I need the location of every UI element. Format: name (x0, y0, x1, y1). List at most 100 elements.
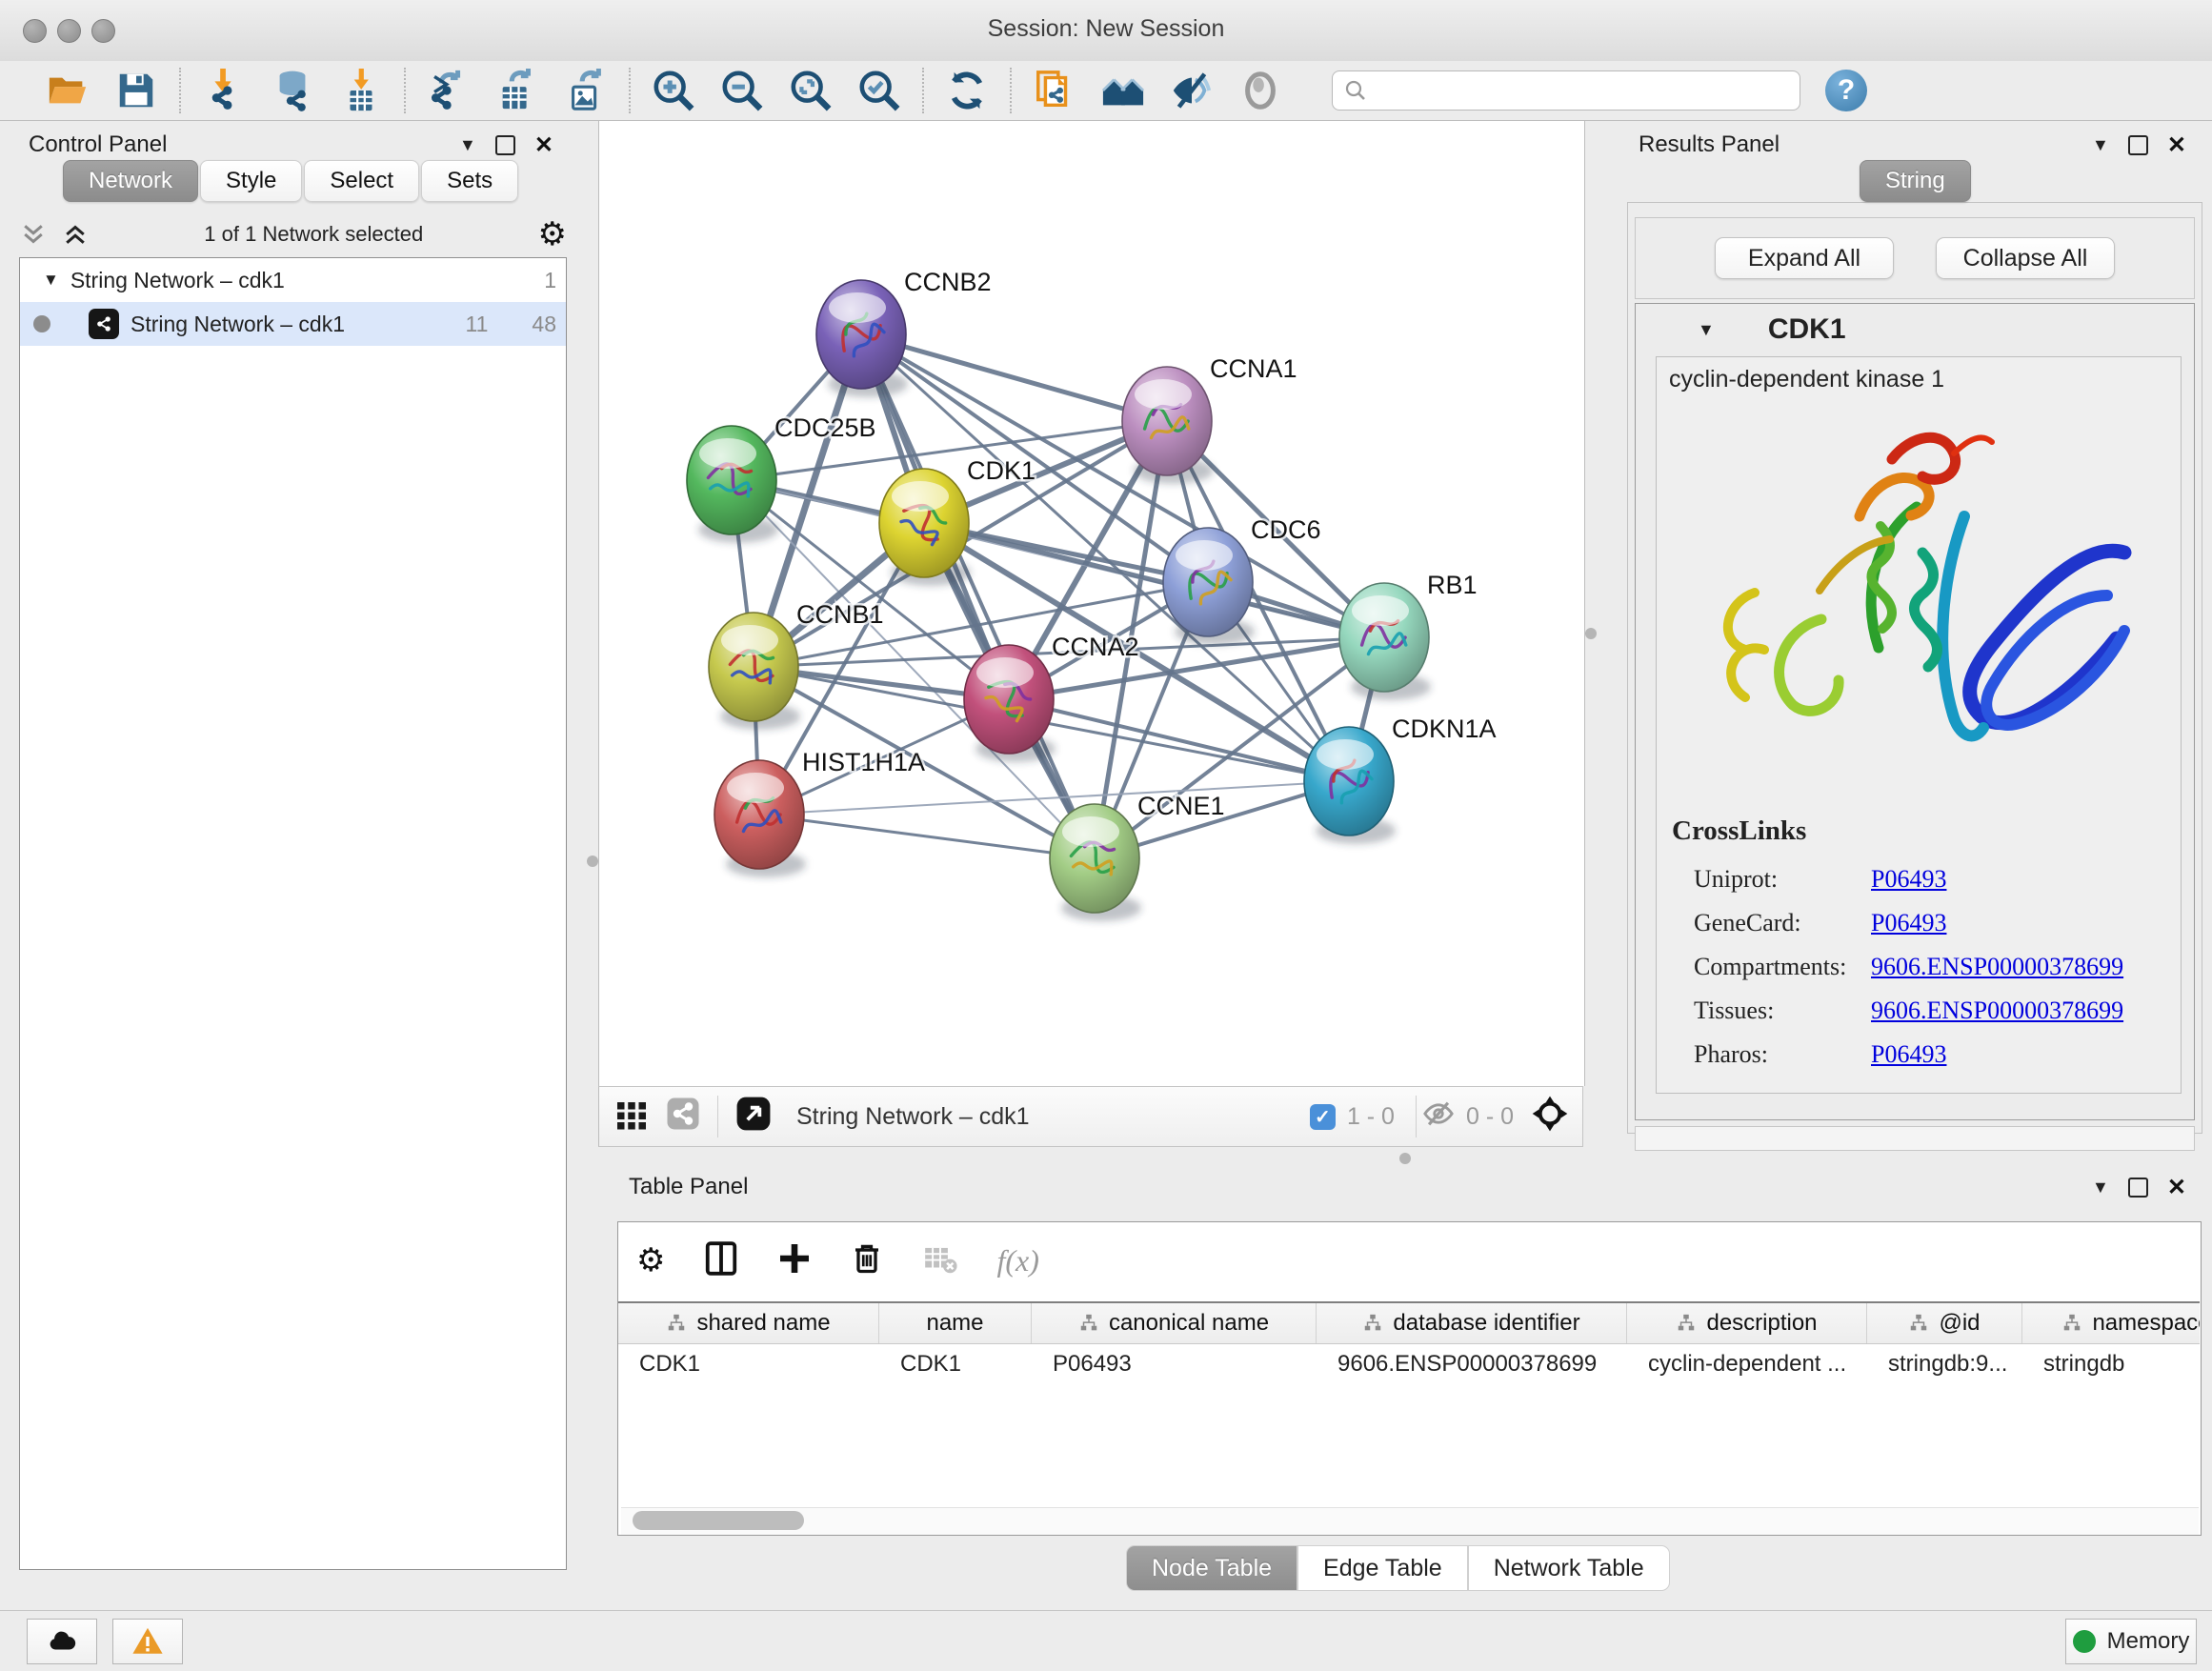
column-header-database-identifier[interactable]: database identifier (1317, 1303, 1627, 1343)
warnings-button[interactable] (112, 1619, 183, 1664)
panel-maximize-icon[interactable] (495, 135, 515, 155)
tab-network[interactable]: Network (63, 160, 198, 202)
crosslink-link[interactable]: 9606.ENSP00000378699 (1871, 997, 2123, 1025)
collapse-all-button[interactable]: Collapse All (1936, 237, 2115, 279)
panel-maximize-icon[interactable] (2128, 135, 2148, 155)
zoom-out-icon[interactable] (720, 69, 764, 112)
panel-maximize-icon[interactable] (2128, 1178, 2148, 1198)
table-cell[interactable]: CDK1 (879, 1344, 1032, 1384)
results-scrollbar-track[interactable] (1635, 1126, 2195, 1151)
expand-all-button[interactable]: Expand All (1715, 237, 1894, 279)
crosslink-row: GeneCard:P06493 (1694, 901, 2170, 945)
search-input[interactable] (1375, 77, 1788, 104)
network-options-gear-icon[interactable]: ⚙ (538, 218, 567, 251)
panel-close-icon[interactable]: ✕ (2167, 131, 2186, 159)
create-column-icon[interactable] (777, 1241, 812, 1280)
network-node-CCNB1[interactable]: CCNB1 (709, 600, 884, 730)
import-table-icon[interactable] (339, 69, 383, 112)
column-header-@id[interactable]: @id (1867, 1303, 2022, 1343)
birdseye-grid-icon[interactable] (614, 1097, 649, 1137)
crosslink-link[interactable]: P06493 (1871, 909, 1946, 937)
table-cell[interactable]: P06493 (1032, 1344, 1317, 1384)
network-node-CDC6[interactable]: CDC6 (1163, 515, 1321, 645)
table-cell[interactable]: cyclin-dependent ... (1627, 1344, 1867, 1384)
collapse-all-icon[interactable] (19, 220, 48, 249)
panel-float-icon[interactable]: ▼ (2092, 1178, 2109, 1198)
table-cell[interactable]: stringdb:9... (1867, 1344, 2022, 1384)
refresh-icon[interactable] (945, 69, 989, 112)
network-row[interactable]: String Network – cdk1 11 48 (20, 302, 566, 346)
export-network-icon[interactable] (427, 69, 471, 112)
panel-float-icon[interactable]: ▼ (459, 135, 476, 155)
table-hscrollbar-track[interactable] (621, 1507, 2199, 1535)
expand-all-icon[interactable] (61, 220, 90, 249)
tab-edge-table[interactable]: Edge Table (1297, 1545, 1468, 1591)
delete-column-trash-icon[interactable] (850, 1241, 884, 1280)
import-network-icon[interactable] (202, 69, 246, 112)
node-label-HIST1H1A: HIST1H1A (802, 748, 925, 776)
crosslink-row: Pharos:P06493 (1694, 1033, 2170, 1077)
tab-node-table[interactable]: Node Table (1126, 1545, 1297, 1591)
tab-style[interactable]: Style (200, 160, 302, 202)
open-session-icon[interactable] (46, 69, 90, 112)
network-view-canvas[interactable]: CCNB2CCNA1CDC25BCDK1CDC6RB1CCNB1CCNA2CDK… (598, 121, 1585, 1086)
help-button[interactable]: ? (1825, 70, 1867, 111)
collection-expand-icon[interactable]: ▼ (43, 271, 59, 290)
tab-sets[interactable]: Sets (421, 160, 518, 202)
table-cell[interactable]: CDK1 (618, 1344, 879, 1384)
horizontal-splitter-handle[interactable] (1399, 1153, 1411, 1164)
tab-select[interactable]: Select (304, 160, 419, 202)
table-options-gear-icon[interactable]: ⚙ (636, 1244, 665, 1277)
network-node-CCNB2[interactable]: CCNB2 (816, 268, 992, 397)
tab-string[interactable]: String (1860, 160, 1971, 202)
crosslink-link[interactable]: P06493 (1871, 1040, 1946, 1069)
import-network-from-database-icon[interactable] (271, 69, 314, 112)
panel-close-icon[interactable]: ✕ (2167, 1174, 2186, 1201)
home-icon[interactable] (1101, 69, 1145, 112)
panel-float-icon[interactable]: ▼ (2092, 135, 2109, 155)
hide-results-eye-icon[interactable] (1170, 69, 1214, 112)
table-cell[interactable]: stringdb (2022, 1344, 2200, 1384)
show-eye-icon[interactable] (1238, 69, 1282, 112)
toolbar-search[interactable] (1332, 70, 1800, 111)
network-node-CDK1[interactable]: CDK1 (879, 456, 1036, 586)
network-node-CDC25B[interactable]: CDC25B (687, 413, 876, 543)
cloud-button[interactable] (27, 1619, 97, 1664)
panel-close-icon[interactable]: ✕ (534, 131, 553, 159)
network-node-HIST1H1A[interactable]: HIST1H1A (714, 748, 925, 877)
column-header-description[interactable]: description (1627, 1303, 1867, 1343)
tab-network-table[interactable]: Network Table (1468, 1545, 1670, 1591)
column-header-canonical-name[interactable]: canonical name (1032, 1303, 1317, 1343)
save-session-icon[interactable] (114, 69, 158, 112)
table-row[interactable]: CDK1CDK1P064939606.ENSP00000378699cyclin… (618, 1344, 2200, 1384)
network-collection-row[interactable]: ▼ String Network – cdk1 1 (20, 258, 566, 302)
string-app-icon[interactable] (1033, 69, 1076, 112)
zoom-fit-icon[interactable] (789, 69, 833, 112)
network-node-CDKN1A[interactable]: CDKN1A (1304, 715, 1497, 844)
vertical-splitter-handle[interactable] (587, 856, 598, 867)
open-in-window-icon[interactable] (735, 1096, 772, 1138)
hierarchy-icon (1362, 1313, 1383, 1334)
network-node-CCNE1[interactable]: CCNE1 (1050, 792, 1225, 921)
table-hscrollbar-thumb[interactable] (633, 1511, 804, 1530)
export-image-icon[interactable] (564, 69, 608, 112)
network-node-RB1[interactable]: RB1 (1339, 571, 1478, 700)
column-header-name[interactable]: name (879, 1303, 1032, 1343)
fit-content-target-icon[interactable] (1531, 1095, 1569, 1139)
show-columns-icon[interactable] (703, 1240, 739, 1281)
section-collapse-icon[interactable]: ▼ (1698, 320, 1715, 340)
memory-button[interactable]: Memory (2065, 1619, 2197, 1664)
zoom-in-icon[interactable] (652, 69, 695, 112)
network-graph[interactable]: CCNB2CCNA1CDC25BCDK1CDC6RB1CCNB1CCNA2CDK… (599, 121, 1584, 1086)
zoom-selected-icon[interactable] (857, 69, 901, 112)
crosslink-link[interactable]: 9606.ENSP00000378699 (1871, 953, 2123, 981)
column-header-shared-name[interactable]: shared name (618, 1303, 879, 1343)
column-header-namespace[interactable]: namespace (2022, 1303, 2200, 1343)
crosslink-link[interactable]: P06493 (1871, 865, 1946, 894)
share-view-icon[interactable] (666, 1097, 700, 1137)
node-label-CCNB2: CCNB2 (904, 268, 992, 296)
gene-section-header[interactable]: ▼ CDK1 (1635, 307, 2195, 352)
export-table-icon[interactable] (495, 69, 539, 112)
vertical-splitter-handle-right[interactable] (1585, 628, 1597, 639)
table-cell[interactable]: 9606.ENSP00000378699 (1317, 1344, 1627, 1384)
